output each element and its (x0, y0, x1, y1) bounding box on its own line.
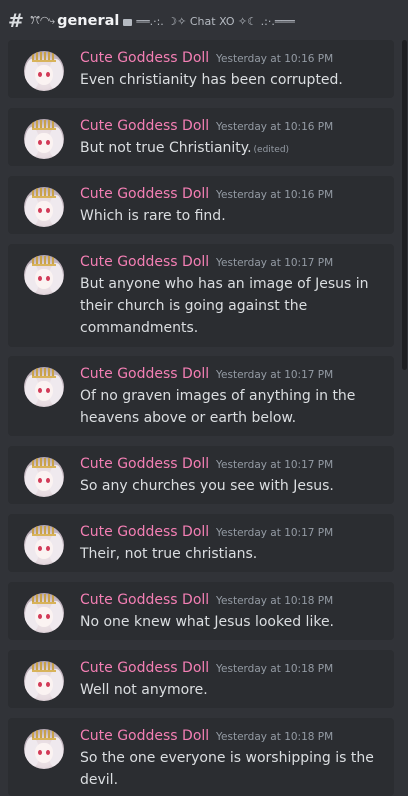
message-item[interactable]: Cute Goddess Doll Yesterday at 10:17 PM … (8, 356, 394, 436)
message-timestamp[interactable]: Yesterday at 10:17 PM (216, 257, 333, 269)
message-timestamp[interactable]: Yesterday at 10:16 PM (216, 189, 333, 201)
message-content: Of no graven images of anything in the h… (80, 388, 356, 426)
avatar[interactable] (24, 525, 64, 565)
author-name[interactable]: Cute Goddess Doll (80, 524, 209, 540)
message-item[interactable]: Cute Goddess Doll Yesterday at 10:18 PM … (8, 718, 394, 796)
message-content: But anyone who has an image of Jesus in … (80, 276, 369, 336)
message-timestamp[interactable]: Yesterday at 10:16 PM (216, 53, 333, 65)
message-timestamp[interactable]: Yesterday at 10:18 PM (216, 731, 333, 743)
message-timestamp[interactable]: Yesterday at 10:17 PM (216, 369, 333, 381)
message-timestamp[interactable]: Yesterday at 10:18 PM (216, 663, 333, 675)
message-text: Their, not true christians. (80, 543, 380, 567)
avatar[interactable] (24, 367, 64, 407)
message-item[interactable]: Cute Goddess Doll Yesterday at 10:17 PM … (8, 446, 394, 504)
avatar[interactable] (24, 729, 64, 769)
message-timestamp[interactable]: Yesterday at 10:17 PM (216, 459, 333, 471)
author-name[interactable]: Cute Goddess Doll (80, 660, 209, 676)
author-name[interactable]: Cute Goddess Doll (80, 456, 209, 472)
message-item[interactable]: Cute Goddess Doll Yesterday at 10:17 PM … (8, 514, 394, 572)
message-text: Well not anymore. (80, 679, 380, 703)
message-content: Well not anymore. (80, 682, 208, 698)
message-text: So the one everyone is worshipping is th… (80, 747, 380, 793)
edited-tag: (edited) (253, 145, 290, 155)
avatar[interactable] (24, 457, 64, 497)
message-text: Of no graven images of anything in the h… (80, 385, 380, 431)
message-item[interactable]: Cute Goddess Doll Yesterday at 10:17 PM … (8, 244, 394, 347)
message-text: But anyone who has an image of Jesus in … (80, 273, 380, 341)
channel-header: # ꔫ◜◝⤷ general ══.·:. ☽✧ Chat XO ✧☾ .:·.… (0, 0, 408, 42)
author-name[interactable]: Cute Goddess Doll (80, 366, 209, 382)
message-text: Which is rare to find. (80, 205, 380, 229)
avatar[interactable] (24, 187, 64, 227)
avatar[interactable] (24, 119, 64, 159)
message-item[interactable]: Cute Goddess Doll Yesterday at 10:16 PM … (8, 40, 394, 98)
message-text: No one knew what Jesus looked like. (80, 611, 380, 635)
message-timestamp[interactable]: Yesterday at 10:18 PM (216, 595, 333, 607)
author-name[interactable]: Cute Goddess Doll (80, 50, 209, 66)
avatar[interactable] (24, 661, 64, 701)
channel-hash-icon: # (8, 10, 24, 32)
message-text: But not true Christianity. (edited) (80, 137, 380, 161)
author-name[interactable]: Cute Goddess Doll (80, 254, 209, 270)
message-content: Even christianity has been corrupted. (80, 72, 343, 88)
message-item[interactable]: Cute Goddess Doll Yesterday at 10:18 PM … (8, 582, 394, 640)
message-content: Which is rare to find. (80, 208, 226, 224)
author-name[interactable]: Cute Goddess Doll (80, 186, 209, 202)
message-item[interactable]: Cute Goddess Doll Yesterday at 10:18 PM … (8, 650, 394, 708)
message-timestamp[interactable]: Yesterday at 10:17 PM (216, 527, 333, 539)
message-item[interactable]: Cute Goddess Doll Yesterday at 10:16 PM … (8, 176, 394, 234)
author-name[interactable]: Cute Goddess Doll (80, 728, 209, 744)
message-content: But not true Christianity. (80, 140, 252, 156)
message-content: So any churches you see with Jesus. (80, 478, 334, 494)
author-name[interactable]: Cute Goddess Doll (80, 592, 209, 608)
message-content: No one knew what Jesus looked like. (80, 614, 335, 630)
author-name[interactable]: Cute Goddess Doll (80, 118, 209, 134)
message-content: So the one everyone is worshipping is th… (80, 750, 374, 788)
folder-icon (123, 18, 133, 26)
message-item[interactable]: Cute Goddess Doll Yesterday at 10:16 PM … (8, 108, 394, 166)
message-timestamp[interactable]: Yesterday at 10:16 PM (216, 121, 333, 133)
message-text: Even christianity has been corrupted. (80, 69, 380, 93)
avatar[interactable] (24, 255, 64, 295)
message-text: So any churches you see with Jesus. (80, 475, 380, 499)
channel-topic: ══.·:. ☽✧ Chat XO ✧☾ .:·.═══ (136, 14, 295, 28)
channel-decoration: ꔫ◜◝⤷ (29, 14, 56, 27)
avatar[interactable] (24, 593, 64, 633)
scrollbar[interactable] (402, 40, 407, 370)
channel-name[interactable]: general (57, 13, 119, 29)
avatar[interactable] (24, 51, 64, 91)
message-content: Their, not true christians. (80, 546, 258, 562)
